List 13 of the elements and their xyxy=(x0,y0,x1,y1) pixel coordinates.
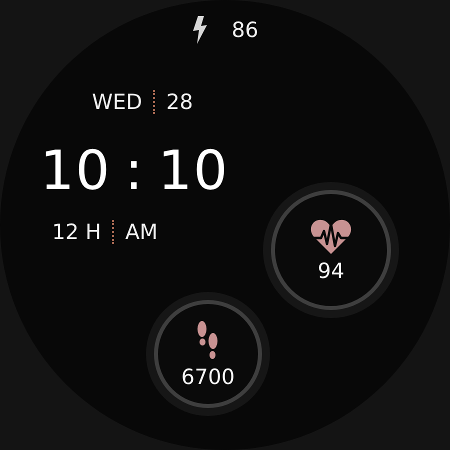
day-of-month: 28 xyxy=(166,92,193,112)
time-minutes: 10 xyxy=(158,144,229,198)
weekday: WED xyxy=(92,92,142,112)
footprints-icon xyxy=(196,320,220,360)
time-hours: 10 xyxy=(40,144,111,198)
heart-rate-icon xyxy=(310,218,352,254)
hour-format: 12 H xyxy=(52,222,102,242)
time-separator: : xyxy=(124,144,144,198)
heart-rate-value: 94 xyxy=(318,260,344,282)
am-pm-indicator: AM xyxy=(125,222,158,242)
lightning-bolt-icon xyxy=(192,16,208,44)
battery-level: 86 xyxy=(232,20,258,40)
step-count: 6700 xyxy=(181,366,235,388)
